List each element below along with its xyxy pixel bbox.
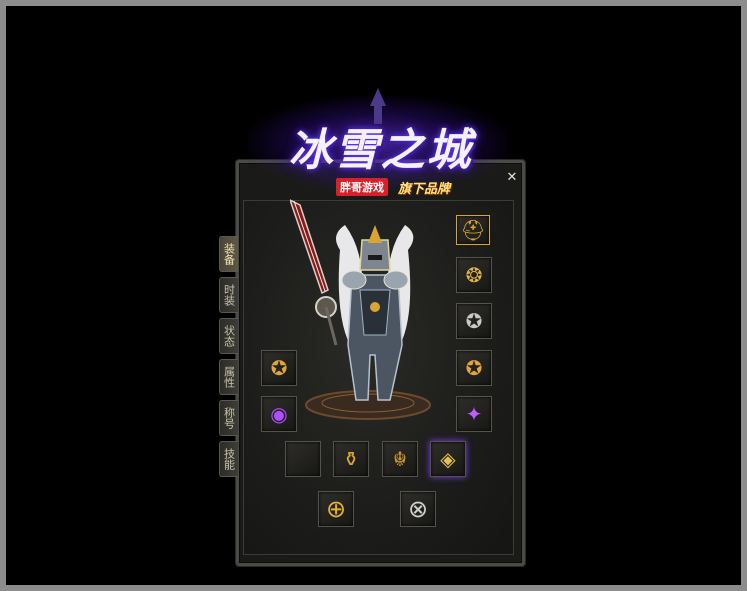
game-logo: 冰雪之城 胖哥游戏 旗下品牌 (238, 86, 518, 206)
character-model (290, 199, 431, 420)
tab-skills[interactable]: 技能 (219, 441, 238, 477)
helmet-icon: ⛑ (460, 218, 486, 242)
ring-icon: ◉ (270, 402, 288, 426)
tab-fashion[interactable]: 时装 (219, 277, 238, 313)
gem-icon: ◈ (440, 447, 456, 471)
bracelet-left-slot[interactable]: ✪ (261, 350, 297, 386)
tab-title[interactable]: 称号 (219, 400, 238, 436)
gold-medal-icon: ⊕ (325, 495, 347, 523)
helmet-slot[interactable]: ⛑ (456, 215, 490, 245)
gold-medal-slot[interactable]: ⊕ (318, 491, 354, 527)
boots-slot[interactable]: ☬ (382, 441, 418, 477)
ring-icon: ✦ (465, 402, 483, 426)
tab-attributes[interactable]: 属性 (219, 359, 238, 395)
logo-subtitle: 胖哥游戏 旗下品牌 (336, 178, 454, 197)
bracelet-icon: ✪ (465, 356, 483, 380)
bracelet-icon: ✪ (270, 356, 288, 380)
ring-left-slot[interactable]: ◉ (261, 396, 297, 432)
ring-right-slot[interactable]: ✦ (456, 396, 492, 432)
belt-slot[interactable]: ⚱ (333, 441, 369, 477)
tab-status[interactable]: 状态 (219, 318, 238, 354)
belt-icon: ⚱ (342, 447, 360, 471)
necklace-icon: ❂ (465, 263, 483, 287)
logo-studio: 胖哥游戏 (336, 178, 388, 196)
bracelet-icon: ✪ (465, 309, 483, 333)
silver-medal-slot[interactable]: ⊗ (400, 491, 436, 527)
bracelet-right-top-slot[interactable]: ✪ (456, 303, 492, 339)
empty-equipment-slot[interactable] (285, 441, 321, 477)
logo-brand: 旗下品牌 (398, 181, 451, 197)
bracelet-right-slot[interactable]: ✪ (456, 350, 492, 386)
gem-slot[interactable]: ◈ (430, 441, 466, 477)
logo-title: 冰雪之城 (288, 125, 473, 176)
boots-icon: ☬ (392, 447, 408, 471)
silver-medal-icon: ⊗ (407, 495, 429, 523)
tab-equipment[interactable]: 装备 (219, 236, 238, 272)
necklace-slot[interactable]: ❂ (456, 257, 492, 293)
